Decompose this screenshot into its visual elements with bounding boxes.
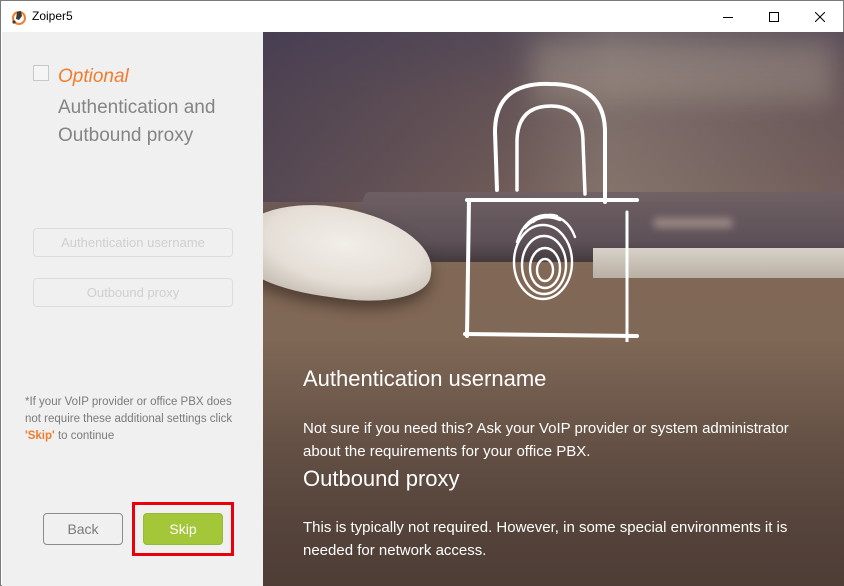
auth-username-field[interactable]: Authentication username bbox=[33, 228, 233, 257]
close-button[interactable] bbox=[797, 1, 843, 32]
info-panel: Authentication username Not sure if you … bbox=[263, 32, 844, 586]
auth-username-description: Not sure if you need this? Ask your VoIP… bbox=[303, 420, 789, 460]
zoiper-window: Zoiper5 Optional Authentication and Outb… bbox=[0, 0, 844, 586]
outbound-proxy-description: This is typically not required. However,… bbox=[303, 519, 788, 559]
auth-username-heading: Authentication username bbox=[303, 366, 547, 391]
note-text-after: to continue bbox=[54, 430, 115, 442]
minimize-icon bbox=[723, 16, 733, 18]
note-text-before: *If your VoIP provider or office PBX doe… bbox=[25, 396, 233, 425]
optional-label: Optional bbox=[58, 66, 129, 87]
window-title: Zoiper5 bbox=[32, 9, 73, 23]
section-title: Authentication and Outbound proxy bbox=[58, 97, 216, 146]
close-icon bbox=[815, 11, 825, 22]
skip-button[interactable]: Skip bbox=[143, 513, 223, 545]
settings-panel: Optional Authentication and Outbound pro… bbox=[2, 32, 263, 586]
maximize-button[interactable] bbox=[751, 1, 797, 32]
note-skip-ref: 'Skip' bbox=[25, 430, 55, 442]
outbound-proxy-heading: Outbound proxy bbox=[303, 466, 460, 491]
minimize-button[interactable] bbox=[705, 1, 751, 32]
title-bar: Zoiper5 bbox=[1, 1, 843, 32]
zoiper-logo-icon bbox=[11, 9, 27, 25]
fingerprint-padlock-icon bbox=[463, 81, 639, 342]
maximize-icon bbox=[769, 11, 779, 22]
background-laptop-glow bbox=[653, 218, 733, 228]
back-button[interactable]: Back bbox=[43, 513, 123, 545]
outbound-proxy-field[interactable]: Outbound proxy bbox=[33, 278, 233, 307]
skip-note: *If your VoIP provider or office PBX doe… bbox=[25, 394, 250, 445]
optional-checkbox[interactable] bbox=[33, 65, 49, 81]
